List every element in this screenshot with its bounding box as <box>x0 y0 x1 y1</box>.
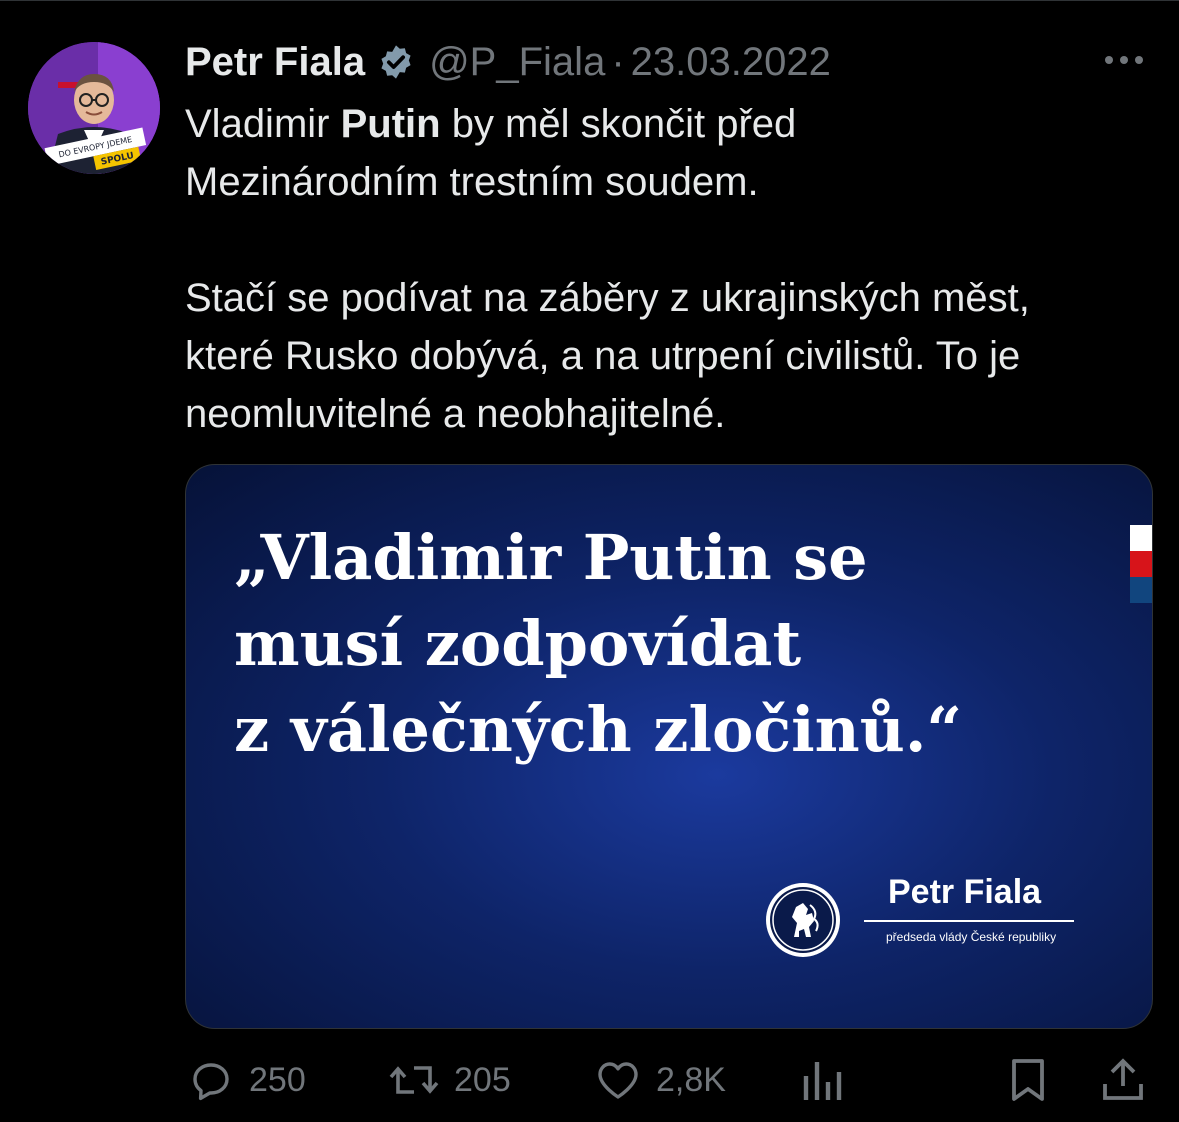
heart-icon <box>598 1062 638 1099</box>
tweet-text: Vladimir Putin by měl skončit před Mezin… <box>185 95 1155 443</box>
signature-name: Petr Fiala <box>888 873 1042 911</box>
image-quote: „Vladimir Putin se musí zodpovídat z vál… <box>234 515 962 773</box>
quote-line: musí zodpovídat <box>234 607 802 680</box>
tweet[interactable]: DO EVROPY JDEME SPOLU Petr Fiala @P_Fial… <box>0 0 1179 1122</box>
like-count: 2,8K <box>656 1060 726 1099</box>
quote-line: z válečných zločinů.“ <box>234 693 963 766</box>
bookmark-button[interactable] <box>1006 1050 1050 1110</box>
czech-flag-stripe <box>1130 525 1152 603</box>
repost-icon <box>389 1066 439 1094</box>
views-button[interactable] <box>800 1050 844 1110</box>
tweet-text-line: které Rusko dobývá, a na utrpení civilis… <box>185 334 1021 378</box>
tweet-text-line: neomluvitelné a neobhajitelné. <box>185 392 726 436</box>
divider <box>0 0 1179 1</box>
share-icon <box>1103 1058 1143 1100</box>
state-emblem-icon <box>766 883 840 957</box>
signature-divider <box>864 920 1074 922</box>
views-icon <box>803 1062 842 1100</box>
avatar[interactable]: DO EVROPY JDEME SPOLU <box>28 42 160 174</box>
tweet-image[interactable]: „Vladimir Putin se musí zodpovídat z vál… <box>185 464 1153 1029</box>
author-handle[interactable]: @P_Fiala <box>429 40 605 85</box>
tweet-text-bold: Putin <box>340 102 441 146</box>
reply-button[interactable]: 250 <box>187 1050 306 1110</box>
repost-button[interactable]: 205 <box>388 1050 511 1110</box>
bookmark-icon <box>1012 1059 1044 1101</box>
verified-badge-icon <box>381 45 411 79</box>
reply-count: 250 <box>249 1060 306 1099</box>
tweet-actions: 250 205 2,8K <box>0 1050 1179 1110</box>
like-button[interactable]: 2,8K <box>594 1050 726 1110</box>
quote-line: „Vladimir Putin se <box>234 521 868 594</box>
tweet-text-line: Mezinárodním trestním soudem. <box>185 160 759 204</box>
author-name[interactable]: Petr Fiala <box>185 40 365 85</box>
share-button[interactable] <box>1100 1050 1146 1110</box>
signature-title: předseda vlády České republiky <box>886 930 1057 944</box>
more-options-icon[interactable] <box>1102 50 1146 70</box>
tweet-date[interactable]: 23.03.2022 <box>631 40 831 85</box>
tweet-header: Petr Fiala @P_Fiala · 23.03.2022 <box>185 38 831 86</box>
tweet-text-line: Stačí se podívat na záběry z ukrajinskýc… <box>185 276 1030 320</box>
reply-icon <box>193 1063 229 1101</box>
header-separator: · <box>611 39 625 84</box>
tweet-text-line: Vladimir Putin by měl skončit před <box>185 102 797 146</box>
repost-count: 205 <box>454 1060 511 1099</box>
